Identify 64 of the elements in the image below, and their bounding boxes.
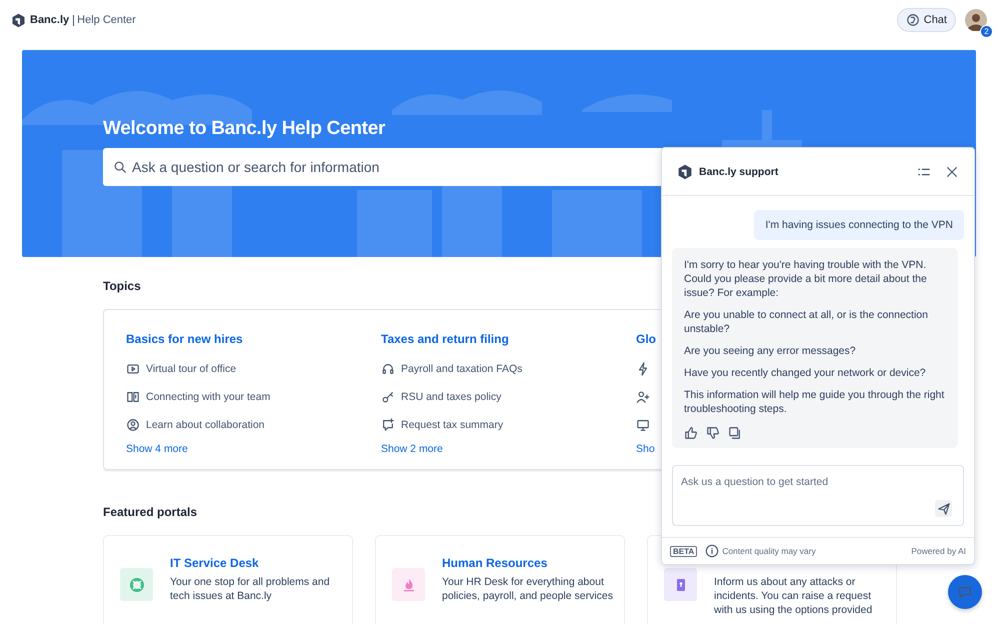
portal-description: Your one stop for all problems and tech issues at Banc.ly <box>170 575 331 603</box>
chat-title: Banc.ly support <box>699 166 780 178</box>
user-plus-icon <box>636 390 650 404</box>
lifebuoy-icon <box>128 576 144 592</box>
hero-title: Welcome to Banc.ly Help Center <box>103 118 386 140</box>
topic-link[interactable]: RSU and taxes policy <box>401 391 502 403</box>
info-icon <box>705 544 720 558</box>
close-icon <box>945 164 959 178</box>
chat-launcher-button[interactable] <box>948 575 982 609</box>
section-heading: Topics <box>103 279 141 293</box>
thumbs-down-button[interactable] <box>706 426 720 440</box>
user-circle-icon <box>126 418 140 432</box>
topic-link[interactable]: Connecting with your team <box>146 391 270 403</box>
video-icon <box>126 362 140 376</box>
message-paragraph: Have you recently changed your network or device? <box>684 366 927 380</box>
monitor-icon <box>636 418 650 432</box>
notification-badge: 2 <box>980 25 993 38</box>
show-more-link[interactable]: Sho <box>636 443 655 455</box>
thumbs-down-icon <box>706 426 720 440</box>
portal-title: Human Resources <box>442 556 548 570</box>
topic-link[interactable]: Payroll and taxation FAQs <box>401 363 522 375</box>
beta-badge: BETA <box>670 546 698 556</box>
logo-icon <box>677 164 693 180</box>
close-button[interactable] <box>945 164 959 178</box>
message-paragraph: Are you unable to connect at all, or is the connection unstable? <box>684 308 929 336</box>
message-paragraph: I'm sorry to hear you're having trouble with the VPN. Could you please provide a bit more detail about the issue? For example: <box>684 258 928 300</box>
book-icon <box>126 390 140 404</box>
thumbs-up-icon <box>684 426 698 440</box>
search-icon <box>113 160 127 174</box>
chat-button[interactable]: Chat <box>896 8 956 32</box>
topic-link[interactable]: Request tax summary <box>401 419 504 431</box>
message-input[interactable]: Ask us a question to get started <box>672 465 964 526</box>
show-more-link[interactable]: Show 4 more <box>126 443 188 455</box>
message-paragraph: This information will help me guide you through the right troubleshooting steps. <box>684 388 946 416</box>
topic-link[interactable]: Virtual tour of office <box>146 363 236 375</box>
lightning-icon <box>636 362 650 376</box>
send-button[interactable] <box>935 500 952 517</box>
topic-title[interactable]: Taxes and return filing <box>381 332 509 346</box>
message-icon <box>958 585 972 599</box>
portal-description: Your HR Desk for everything about policies, payroll, and people services <box>442 575 614 603</box>
content-notice: Content quality may vary <box>722 546 816 556</box>
section-title: Help Center <box>73 14 136 26</box>
logo-icon <box>11 12 26 28</box>
thumbs-up-button[interactable] <box>684 426 698 440</box>
portal-card[interactable]: Human Resources Your HR Desk for everything about policies, payroll, and people services <box>375 535 625 624</box>
send-icon <box>936 502 950 516</box>
headphones-icon <box>381 362 395 376</box>
message-paragraph: Are you seeing any error messages? <box>684 344 857 358</box>
chat-logo-icon <box>906 13 920 27</box>
section-heading: Featured portals <box>103 505 198 519</box>
topic-link[interactable]: Learn about collaboration <box>146 419 265 431</box>
portal-title: IT Service Desk <box>170 556 260 570</box>
key-icon <box>381 390 395 404</box>
powered-by-text: Powered by AI <box>911 546 966 556</box>
topic-title[interactable]: Basics for new hires <box>126 332 243 346</box>
user-message: I'm having issues connecting to the VPN <box>754 210 964 240</box>
portal-card[interactable]: IT Service Desk Your one stop for all problems and tech issues at Banc.ly <box>103 535 353 624</box>
copy-button[interactable] <box>728 426 742 440</box>
message-plus-icon <box>381 418 395 432</box>
show-more-link[interactable]: Show 2 more <box>381 443 443 455</box>
topic-title[interactable]: Glo <box>636 332 656 346</box>
brand-name: Banc.ly <box>30 14 70 26</box>
copy-icon <box>728 426 742 440</box>
portal-description: Inform us about any attacks or incidents. You can raise a request with us using the options provided <box>714 575 874 617</box>
